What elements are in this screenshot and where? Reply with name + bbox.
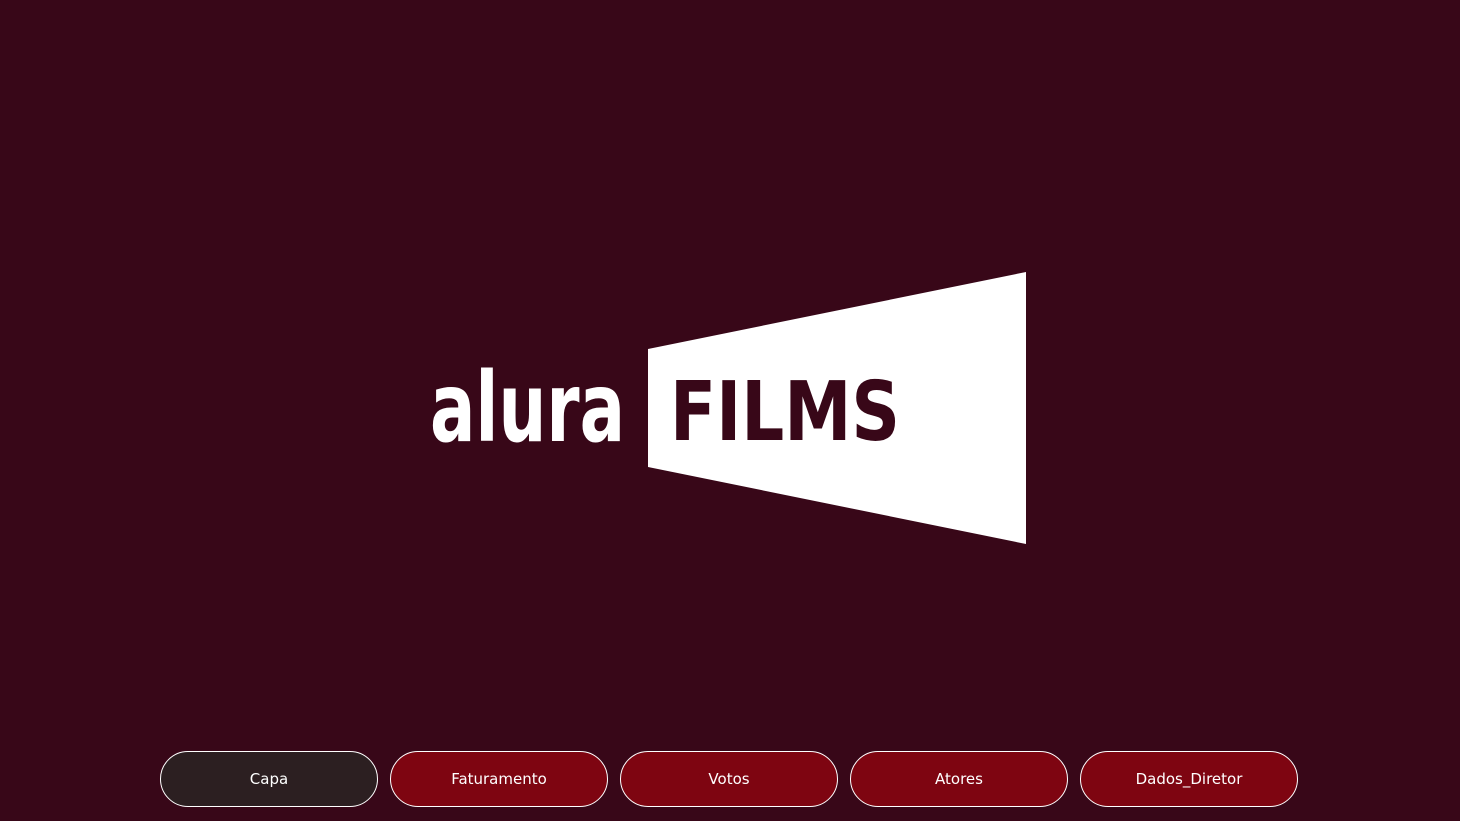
nav-button-atores[interactable]: Atores (850, 751, 1068, 807)
logo-word-alura: alura (430, 352, 625, 464)
report-page: alura FILMS Capa Faturamento Votos Atore… (0, 0, 1460, 821)
nav-button-dados-diretor[interactable]: Dados_Diretor (1080, 751, 1298, 807)
page-navigation: Capa Faturamento Votos Atores Dados_Dire… (160, 751, 1298, 807)
nav-button-faturamento[interactable]: Faturamento (390, 751, 608, 807)
alura-films-logo: alura FILMS (430, 272, 1026, 544)
logo-word-films: FILMS (670, 365, 900, 460)
nav-button-capa[interactable]: Capa (160, 751, 378, 807)
nav-button-votos[interactable]: Votos (620, 751, 838, 807)
